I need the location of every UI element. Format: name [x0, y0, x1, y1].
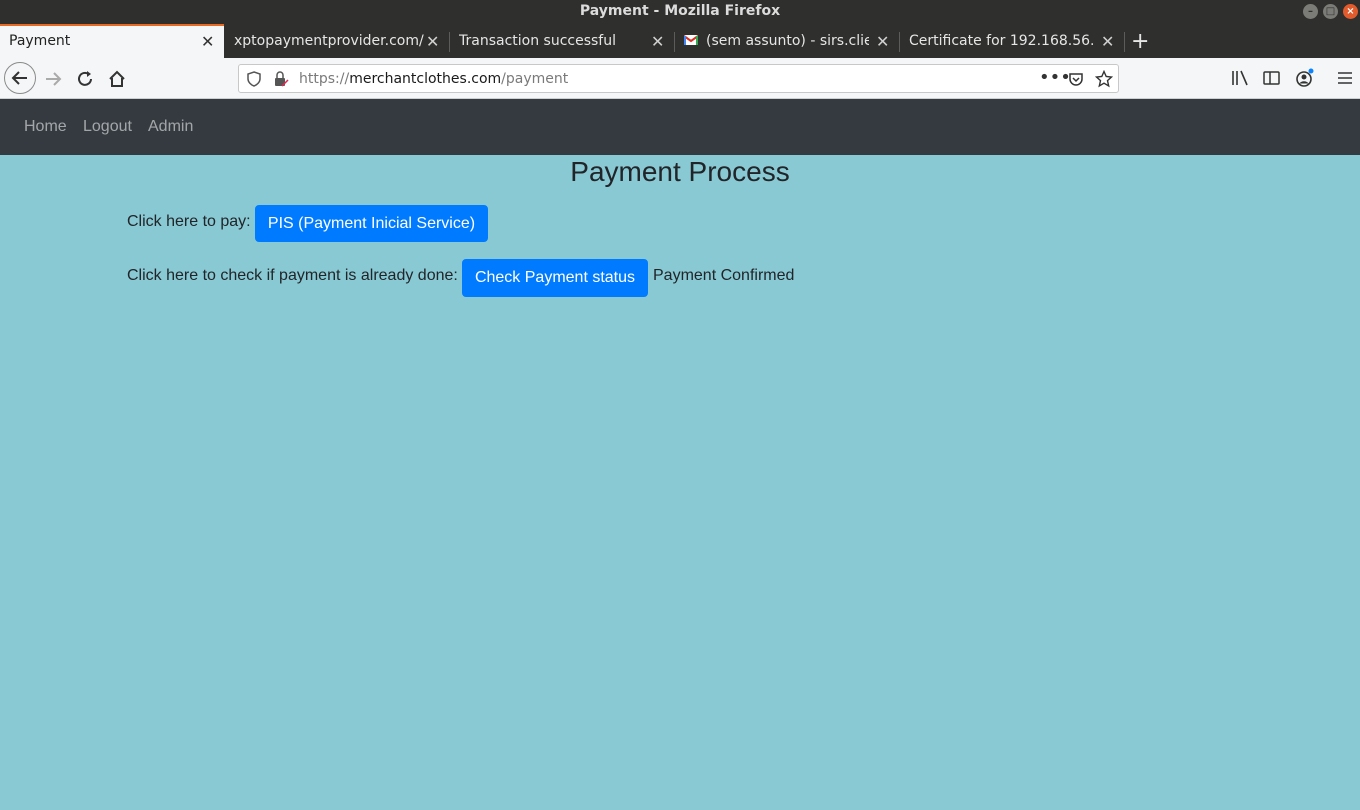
- new-tab-icon[interactable]: +: [1131, 29, 1149, 54]
- minimize-button[interactable]: –: [1303, 4, 1318, 19]
- shield-icon[interactable]: [247, 71, 261, 87]
- tab-label: (sem assunto) - sirs.client: [706, 33, 869, 49]
- window-title: Payment - Mozilla Firefox: [579, 3, 781, 19]
- tab-transaction-successful[interactable]: Transaction successful ✕: [450, 24, 674, 58]
- tab-xptopaymentprovider[interactable]: xptopaymentprovider.com/c ✕: [225, 24, 449, 58]
- tab-label: Certificate for 192.168.56.10: [909, 33, 1095, 49]
- tab-certificate[interactable]: Certificate for 192.168.56.10 ✕: [900, 24, 1124, 58]
- back-icon[interactable]: [4, 62, 36, 94]
- library-icon[interactable]: [1231, 70, 1249, 86]
- tab-close-icon[interactable]: ✕: [426, 32, 439, 51]
- bookmark-star-icon[interactable]: [1095, 70, 1113, 88]
- home-icon[interactable]: [102, 64, 132, 94]
- tab-close-icon[interactable]: ✕: [651, 32, 664, 51]
- url-text[interactable]: https://merchantclothes.com/payment: [299, 71, 568, 87]
- tab-strip: Payment ✕ xptopaymentprovider.com/c ✕ Tr…: [0, 24, 1360, 58]
- close-window-button[interactable]: ×: [1343, 4, 1358, 19]
- tab-label: Transaction successful: [459, 33, 616, 49]
- tab-label: xptopaymentprovider.com/c: [234, 33, 424, 49]
- check-payment-status-button[interactable]: Check Payment status: [462, 259, 648, 297]
- tab-close-icon[interactable]: ✕: [876, 32, 889, 51]
- sidebar-icon[interactable]: [1263, 70, 1281, 86]
- nav-link-admin[interactable]: Admin: [148, 118, 193, 136]
- forward-icon[interactable]: [38, 64, 68, 94]
- address-bar[interactable]: https://merchantclothes.com/payment •••: [238, 64, 1119, 93]
- browser-toolbar: https://merchantclothes.com/payment •••: [0, 58, 1360, 99]
- page-title: Payment Process: [570, 156, 790, 187]
- tab-label: Payment: [9, 33, 71, 49]
- tab-payment[interactable]: Payment ✕: [0, 24, 224, 58]
- tab-close-icon[interactable]: ✕: [1101, 32, 1114, 51]
- nav-link-home[interactable]: Home: [24, 118, 67, 136]
- reload-icon[interactable]: [70, 64, 100, 94]
- menu-icon[interactable]: [1337, 70, 1353, 86]
- tab-close-icon[interactable]: ✕: [201, 32, 214, 51]
- gmail-icon: [684, 35, 698, 45]
- url-host: merchantclothes.com: [349, 71, 502, 87]
- check-prompt: Click here to check if payment is alread…: [127, 267, 458, 284]
- pis-payment-button[interactable]: PIS (Payment Inicial Service): [255, 205, 488, 242]
- pocket-icon[interactable]: [1068, 71, 1084, 87]
- window-titlebar: Payment - Mozilla Firefox – □ ×: [0, 0, 1360, 24]
- url-path: /payment: [501, 71, 569, 87]
- url-scheme: https://: [299, 71, 350, 87]
- tab-separator: [1124, 32, 1125, 52]
- payment-status-text: Payment Confirmed: [653, 267, 795, 284]
- account-icon[interactable]: [1295, 68, 1315, 88]
- lock-icon[interactable]: [273, 71, 289, 87]
- maximize-button[interactable]: □: [1323, 4, 1338, 19]
- more-icon[interactable]: •••: [1039, 67, 1071, 88]
- nav-link-logout[interactable]: Logout: [83, 118, 132, 136]
- site-navbar: Home Logout Admin: [0, 99, 1360, 155]
- pay-prompt: Click here to pay:: [127, 213, 251, 230]
- tab-gmail[interactable]: (sem assunto) - sirs.client ✕: [675, 24, 899, 58]
